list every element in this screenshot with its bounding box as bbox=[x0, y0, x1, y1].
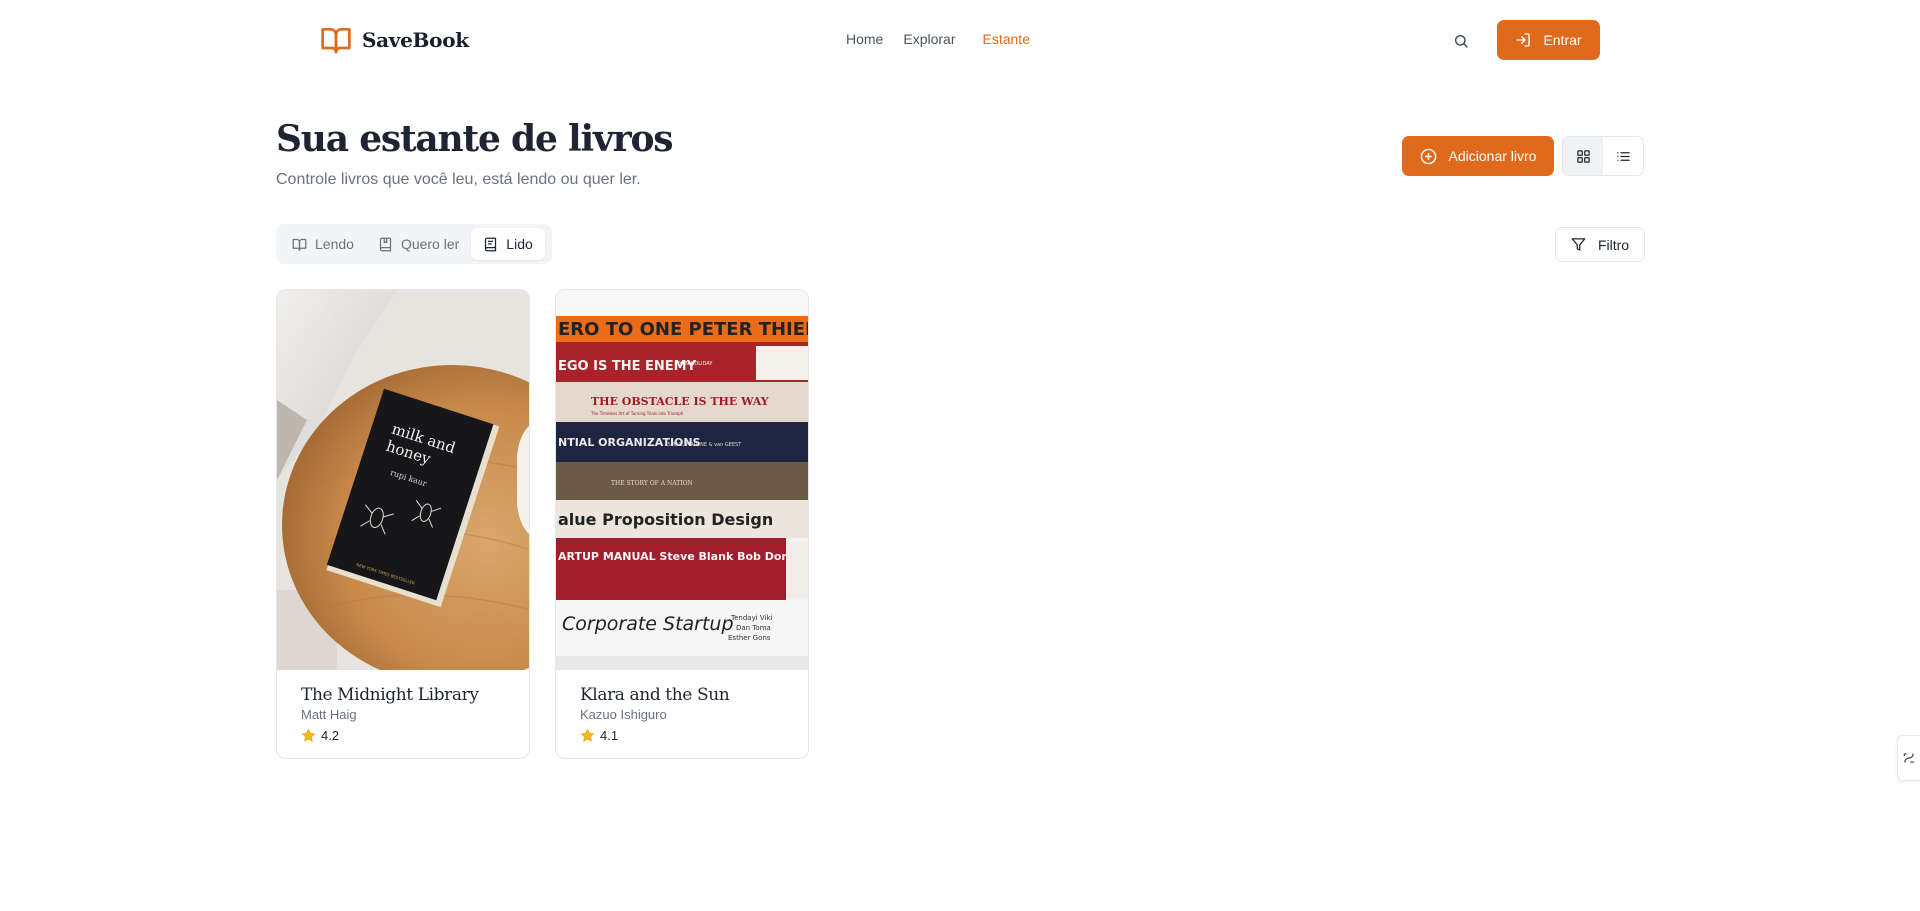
tab-label: Quero ler bbox=[400, 236, 460, 252]
book-author: Matt Haig bbox=[301, 707, 357, 722]
spine-text: alue Proposition Design bbox=[558, 510, 773, 529]
nav-explore[interactable]: Explorar bbox=[903, 31, 955, 47]
open-book-icon bbox=[321, 28, 351, 54]
spine-small-text: RYAN HOLIDAY bbox=[676, 361, 713, 367]
top-header: SaveBook Home Explorar Estante Entrar bbox=[0, 0, 1920, 80]
tab-reading[interactable]: Lendo bbox=[280, 228, 366, 260]
page-subtitle: Controle livros que você leu, está lendo… bbox=[276, 171, 641, 188]
star-icon bbox=[301, 728, 316, 742]
brand-name: SaveBook bbox=[362, 28, 469, 52]
book-cover-image: ERO TO ONE PETER THIEL EGO IS THE ENEMY … bbox=[556, 290, 809, 670]
tab-label: Lendo bbox=[315, 236, 354, 252]
side-widget-button[interactable] bbox=[1897, 735, 1920, 781]
login-label: Entrar bbox=[1543, 32, 1582, 48]
plus-circle-icon bbox=[1420, 148, 1436, 164]
add-book-button[interactable]: Adicionar livro bbox=[1402, 136, 1554, 176]
list-view-button[interactable] bbox=[1603, 137, 1643, 175]
book-title: The Midnight Library bbox=[301, 685, 479, 705]
book-title: Klara and the Sun bbox=[580, 685, 730, 705]
nav-home[interactable]: Home bbox=[846, 31, 883, 47]
page-title: Sua estante de livros bbox=[276, 118, 674, 160]
book-author: Kazuo Ishiguro bbox=[580, 707, 667, 722]
grid-icon bbox=[1576, 149, 1590, 163]
add-book-label: Adicionar livro bbox=[1448, 148, 1537, 164]
spine-text: THE OBSTACLE IS THE WAY bbox=[591, 395, 769, 408]
book-rating: 4.1 bbox=[580, 728, 784, 743]
search-button[interactable] bbox=[1450, 30, 1472, 52]
book-cover-image: milk and honey rupi kaur NEW YORK TIMES … bbox=[277, 290, 529, 670]
spine-text: ARTUP MANUAL Steve Blank Bob Dorf bbox=[558, 550, 792, 563]
view-toggle bbox=[1562, 136, 1644, 176]
spine-small-text: ISMAIL, MALONE & van GEEST bbox=[666, 442, 742, 448]
rating-value: 4.1 bbox=[600, 728, 619, 743]
login-button[interactable]: Entrar bbox=[1497, 20, 1600, 60]
rating-value: 4.2 bbox=[321, 728, 340, 743]
book-card[interactable]: milk and honey rupi kaur NEW YORK TIMES … bbox=[276, 289, 530, 759]
spine-small-text: Dan Toma bbox=[736, 624, 771, 632]
log-in-icon bbox=[1516, 33, 1531, 47]
spine-small-text: The Timeless Art of Turning Trials into … bbox=[590, 411, 684, 416]
nav-shelf[interactable]: Estante bbox=[983, 31, 1030, 47]
resize-icon bbox=[1903, 753, 1915, 763]
bookmark-icon bbox=[379, 237, 392, 251]
list-icon bbox=[1616, 151, 1630, 161]
filter-icon bbox=[1571, 238, 1586, 251]
spine-text: THE STORY OF A NATION bbox=[611, 480, 693, 487]
filter-button[interactable]: Filtro bbox=[1555, 227, 1645, 262]
spine-small-text: Tendayi Viki bbox=[730, 614, 773, 622]
tab-want-to-read[interactable]: Quero ler bbox=[366, 228, 471, 260]
spine-text: ERO TO ONE PETER THIEL bbox=[558, 319, 809, 340]
star-icon bbox=[580, 728, 595, 742]
book-text-icon bbox=[485, 237, 497, 251]
shelf-tabs: Lendo Quero ler Lido bbox=[276, 224, 552, 264]
spine-small-text: Esther Gons bbox=[728, 634, 771, 642]
tab-read[interactable]: Lido bbox=[471, 228, 545, 260]
grid-view-button[interactable] bbox=[1563, 137, 1603, 175]
logo[interactable]: SaveBook bbox=[320, 24, 469, 56]
search-icon bbox=[1455, 35, 1468, 48]
tab-label: Lido bbox=[506, 236, 533, 252]
book-rating: 4.2 bbox=[301, 728, 505, 743]
book-card[interactable]: ERO TO ONE PETER THIEL EGO IS THE ENEMY … bbox=[555, 289, 809, 759]
main-nav: Home Explorar Estante bbox=[846, 31, 1030, 47]
open-book-icon bbox=[292, 238, 307, 251]
filter-label: Filtro bbox=[1597, 236, 1630, 253]
spine-text: Corporate Startup bbox=[562, 613, 734, 635]
